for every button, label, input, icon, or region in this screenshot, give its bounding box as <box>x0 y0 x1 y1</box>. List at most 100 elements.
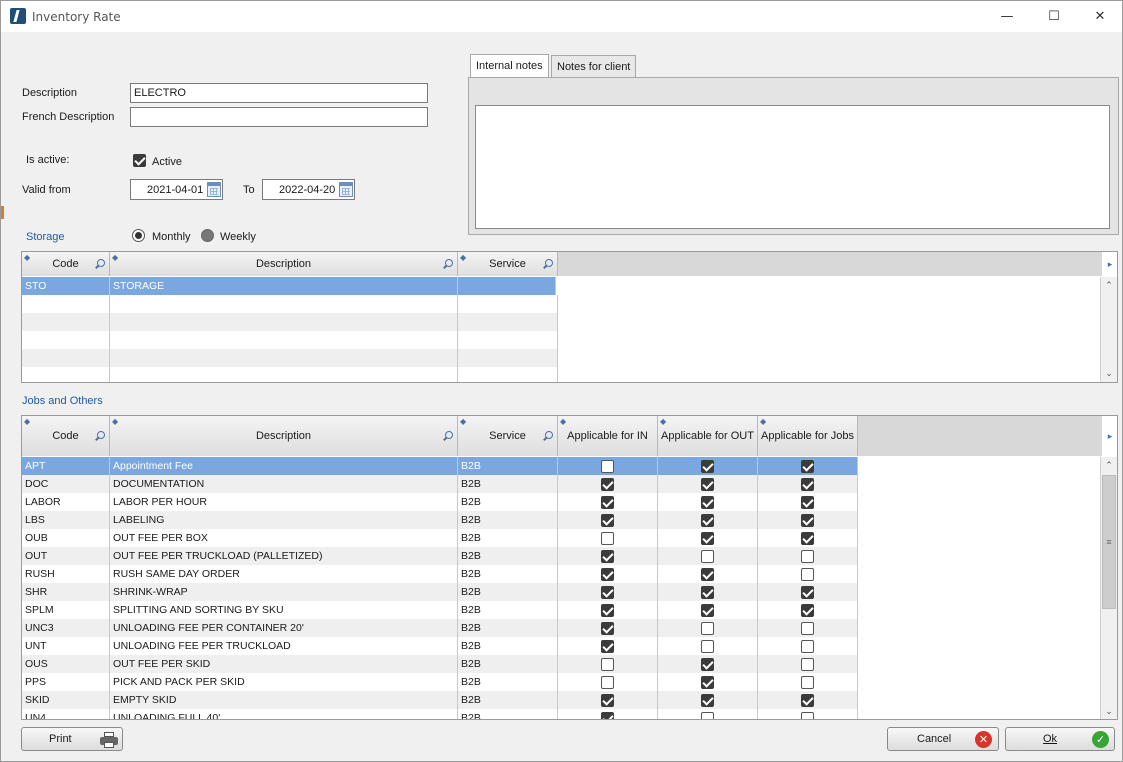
jobs-col-service[interactable]: ◆ Service <box>458 416 558 456</box>
scroll-right-icon[interactable]: ▸ <box>1102 428 1117 444</box>
applicable-out-checkbox[interactable] <box>701 675 714 689</box>
applicable-jobs-checkbox[interactable] <box>801 711 814 719</box>
applicable-jobs-checkbox[interactable] <box>801 603 814 617</box>
scroll-down-icon[interactable]: ⌄ <box>1101 703 1117 719</box>
applicable-out-checkbox[interactable] <box>701 693 714 707</box>
internal-notes-textarea[interactable] <box>475 105 1110 229</box>
applicable-jobs-checkbox[interactable] <box>801 513 814 527</box>
applicable-jobs-checkbox[interactable] <box>801 585 814 599</box>
jobs-col-applicable-out[interactable]: ◆ Applicable for OUT <box>658 416 758 456</box>
applicable-out-checkbox[interactable] <box>701 495 714 509</box>
search-icon[interactable] <box>445 259 453 267</box>
applicable-out-checkbox[interactable] <box>701 639 714 653</box>
french-description-input[interactable] <box>130 107 428 127</box>
calendar-icon[interactable] <box>207 182 221 197</box>
jobs-col-description[interactable]: ◆ Description <box>110 416 458 456</box>
applicable-jobs-checkbox[interactable] <box>801 675 814 689</box>
tab-notes-for-client[interactable]: Notes for client <box>551 55 637 78</box>
valid-from-date-input[interactable]: 2021-04-01 <box>130 179 223 200</box>
scroll-right-icon[interactable]: ▸ <box>1102 256 1117 272</box>
table-row[interactable]: OUB OUT FEE PER BOX B2B <box>22 529 858 547</box>
applicable-out-checkbox[interactable] <box>701 477 714 491</box>
storage-col-description[interactable]: ◆ Description <box>110 252 458 276</box>
tab-internal-notes[interactable]: Internal notes <box>470 54 549 78</box>
applicable-jobs-checkbox[interactable] <box>801 567 814 581</box>
applicable-in-checkbox[interactable] <box>601 567 614 581</box>
applicable-in-checkbox[interactable] <box>601 549 614 563</box>
applicable-jobs-checkbox[interactable] <box>801 621 814 635</box>
table-row[interactable]: RUSH RUSH SAME DAY ORDER B2B <box>22 565 858 583</box>
applicable-jobs-checkbox[interactable] <box>801 657 814 671</box>
table-row[interactable]: LABOR LABOR PER HOUR B2B <box>22 493 858 511</box>
applicable-jobs-checkbox[interactable] <box>801 459 814 473</box>
jobs-col-applicable-in[interactable]: ◆ Applicable for IN <box>558 416 658 456</box>
applicable-out-checkbox[interactable] <box>701 657 714 671</box>
applicable-in-checkbox[interactable] <box>601 639 614 653</box>
scroll-up-icon[interactable]: ⌃ <box>1101 457 1117 473</box>
applicable-in-checkbox[interactable] <box>601 495 614 509</box>
close-button[interactable]: ✕ <box>1077 1 1123 32</box>
applicable-jobs-checkbox[interactable] <box>801 549 814 563</box>
table-row[interactable]: UNC3 UNLOADING FEE PER CONTAINER 20' B2B <box>22 619 858 637</box>
applicable-in-checkbox[interactable] <box>601 477 614 491</box>
applicable-out-checkbox[interactable] <box>701 549 714 563</box>
scroll-down-icon[interactable]: ⌄ <box>1101 365 1117 381</box>
storage-col-service[interactable]: ◆ Service <box>458 252 558 276</box>
applicable-out-checkbox[interactable] <box>701 567 714 581</box>
table-row[interactable]: SHR SHRINK-WRAP B2B <box>22 583 858 601</box>
maximize-button[interactable]: ☐ <box>1031 1 1077 32</box>
storage-vertical-scrollbar[interactable]: ⌃ ⌄ <box>1100 277 1117 382</box>
search-icon[interactable] <box>97 259 105 267</box>
scroll-thumb[interactable]: ≡ <box>1102 475 1116 609</box>
table-row[interactable]: DOC DOCUMENTATION B2B <box>22 475 858 493</box>
applicable-out-checkbox[interactable] <box>701 531 714 545</box>
jobs-vertical-scrollbar[interactable]: ⌃ ≡ ⌄ <box>1100 457 1117 719</box>
scroll-up-icon[interactable]: ⌃ <box>1101 277 1117 293</box>
applicable-in-checkbox[interactable] <box>601 621 614 635</box>
table-row[interactable]: STO STORAGE <box>22 277 1102 295</box>
applicable-out-checkbox[interactable] <box>701 459 714 473</box>
applicable-out-checkbox[interactable] <box>701 621 714 635</box>
table-row[interactable]: APT Appointment Fee B2B <box>22 457 858 475</box>
table-row[interactable]: OUS OUT FEE PER SKID B2B <box>22 655 858 673</box>
applicable-in-checkbox[interactable] <box>601 657 614 671</box>
jobs-col-applicable-jobs[interactable]: ◆ Applicable for Jobs <box>758 416 858 456</box>
ok-button[interactable]: Ok ✓ <box>1005 727 1115 751</box>
cancel-button[interactable]: Cancel ✕ <box>887 727 999 751</box>
applicable-out-checkbox[interactable] <box>701 513 714 527</box>
valid-to-date-input[interactable]: 2022-04-20 <box>262 179 355 200</box>
search-icon[interactable] <box>545 259 553 267</box>
print-button[interactable]: Print <box>21 727 123 751</box>
table-row[interactable]: OUT OUT FEE PER TRUCKLOAD (PALLETIZED) B2B <box>22 547 858 565</box>
applicable-jobs-checkbox[interactable] <box>801 495 814 509</box>
minimize-button[interactable]: — <box>984 1 1030 32</box>
active-checkbox[interactable] <box>133 154 146 167</box>
table-row[interactable]: SPLM SPLITTING AND SORTING BY SKU B2B <box>22 601 858 619</box>
table-row[interactable]: SKID EMPTY SKID B2B <box>22 691 858 709</box>
table-row[interactable]: LBS LABELING B2B <box>22 511 858 529</box>
search-icon[interactable] <box>445 431 453 439</box>
applicable-out-checkbox[interactable] <box>701 585 714 599</box>
applicable-in-checkbox[interactable] <box>601 459 614 473</box>
applicable-in-checkbox[interactable] <box>601 585 614 599</box>
search-icon[interactable] <box>545 431 553 439</box>
applicable-out-checkbox[interactable] <box>701 603 714 617</box>
applicable-in-checkbox[interactable] <box>601 711 614 719</box>
applicable-in-checkbox[interactable] <box>601 513 614 527</box>
table-row[interactable]: PPS PICK AND PACK PER SKID B2B <box>22 673 858 691</box>
weekly-radio[interactable] <box>201 229 214 242</box>
table-row[interactable]: UNT UNLOADING FEE PER TRUCKLOAD B2B <box>22 637 858 655</box>
search-icon[interactable] <box>97 431 105 439</box>
applicable-in-checkbox[interactable] <box>601 603 614 617</box>
storage-col-code[interactable]: ◆ Code <box>22 252 110 276</box>
applicable-in-checkbox[interactable] <box>601 531 614 545</box>
applicable-jobs-checkbox[interactable] <box>801 531 814 545</box>
applicable-in-checkbox[interactable] <box>601 693 614 707</box>
monthly-radio[interactable] <box>132 229 145 242</box>
applicable-jobs-checkbox[interactable] <box>801 477 814 491</box>
applicable-in-checkbox[interactable] <box>601 675 614 689</box>
applicable-jobs-checkbox[interactable] <box>801 693 814 707</box>
jobs-col-code[interactable]: ◆ Code <box>22 416 110 456</box>
applicable-out-checkbox[interactable] <box>701 711 714 719</box>
table-row[interactable]: UN4 UNLOADING FULL 40' B2B <box>22 709 858 719</box>
